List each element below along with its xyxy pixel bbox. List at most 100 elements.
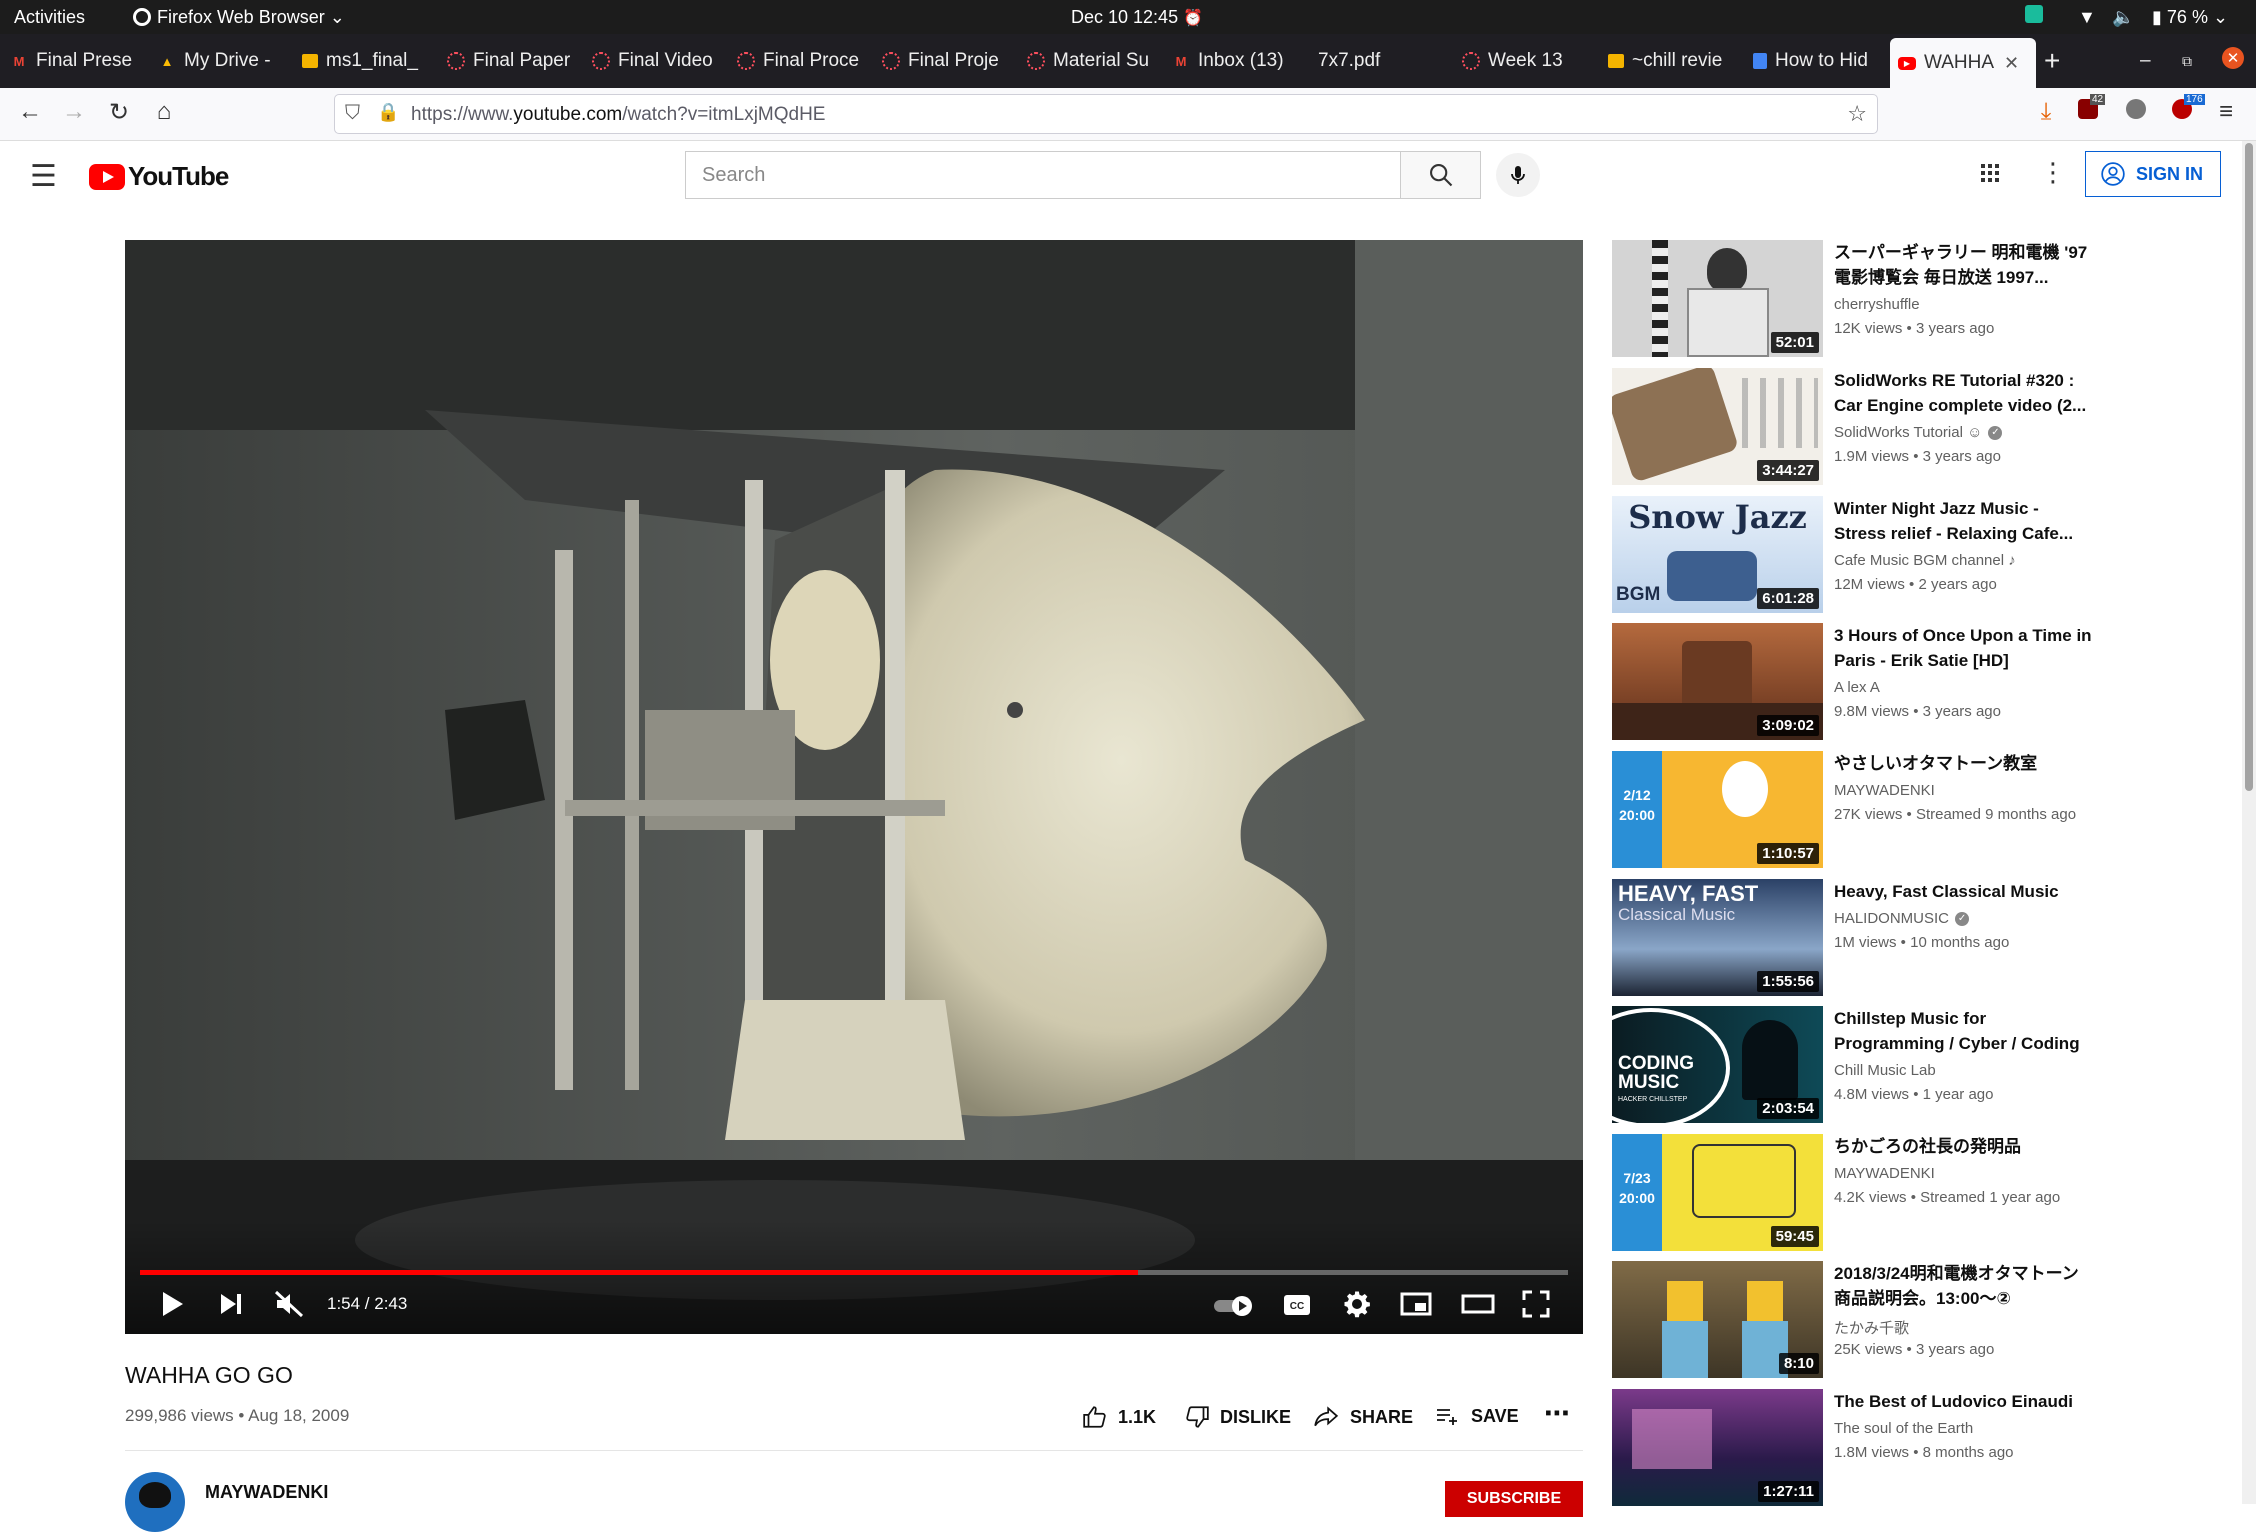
battery-indicator[interactable]: ▮ 76 % ⌄	[2152, 7, 2228, 28]
close-tab-icon[interactable]: ✕	[2004, 53, 2019, 74]
channel-name[interactable]: たかみ千歌	[1834, 1317, 1909, 1338]
activities-button[interactable]: Activities	[14, 7, 85, 28]
extension-badge-button[interactable]: 176	[2166, 94, 2205, 126]
share-button[interactable]: SHARE	[1312, 1404, 1413, 1430]
close-window-button[interactable]: ✕	[2222, 47, 2244, 69]
tab-final-video[interactable]: Final Video	[592, 34, 716, 88]
search-box[interactable]	[685, 151, 1401, 199]
sign-in-button[interactable]: SIGN IN	[2085, 151, 2221, 197]
related-video[interactable]: 52:01 スーパーギャラリー 明和電機 '97電影博覧会 毎日放送 1997.…	[1612, 240, 2232, 357]
autoplay-toggle[interactable]	[1212, 1294, 1256, 1323]
save-button[interactable]: SAVE	[1433, 1404, 1519, 1428]
home-button[interactable]: ⌂	[148, 98, 180, 126]
tab-week-13[interactable]: Week 13	[1462, 34, 1586, 88]
related-video[interactable]: 8:10 2018/3/24明和電機オタマトーン商品説明会。13:00〜② たか…	[1612, 1261, 2232, 1378]
guide-menu-button[interactable]: ☰	[30, 159, 57, 194]
bookmark-star-icon[interactable]: ☆	[1847, 101, 1867, 127]
tab-how-to-hide[interactable]: How to Hid	[1753, 34, 1877, 88]
like-button[interactable]: 1.1K	[1082, 1404, 1156, 1430]
address-bar[interactable]: ⛉ 🔒 https://www.youtube.com/watch?v=itmL…	[334, 94, 1878, 134]
channel-name[interactable]: Cafe Music BGM channel ♪	[1834, 552, 2016, 569]
dislike-button[interactable]: DISLIKE	[1184, 1404, 1291, 1430]
tab-chill-review[interactable]: ~chill revie	[1608, 34, 1732, 88]
video-thumbnail[interactable]: CODING MUSIC HACKER CHILLSTEP 2:03:54	[1612, 1006, 1823, 1123]
video-title[interactable]: Chillstep Music for Programming / Cyber …	[1834, 1006, 2092, 1056]
video-title[interactable]: Heavy, Fast Classical Music	[1834, 879, 2092, 904]
minimize-button[interactable]: –	[2140, 34, 2160, 88]
play-button[interactable]	[160, 1290, 186, 1323]
mute-button[interactable]	[274, 1290, 304, 1323]
video-title[interactable]: The Best of Ludovico Einaudi	[1834, 1389, 2092, 1414]
captions-button[interactable]: CC	[1282, 1292, 1312, 1323]
scrollbar-thumb[interactable]	[2245, 143, 2253, 791]
channel-name[interactable]: cherryshuffle	[1834, 296, 1920, 313]
theater-mode-button[interactable]	[1461, 1291, 1495, 1322]
clock[interactable]: Dec 10 12:45 ⏰	[1071, 7, 1203, 28]
page-scrollbar[interactable]	[2242, 141, 2256, 1504]
forward-button[interactable]: →	[58, 98, 90, 126]
shield-icon[interactable]: ⛉	[345, 102, 360, 125]
extension-button[interactable]	[2120, 98, 2152, 126]
search-button[interactable]	[1401, 151, 1481, 199]
video-title[interactable]: 2018/3/24明和電機オタマトーン商品説明会。13:00〜②	[1834, 1261, 2092, 1311]
search-input[interactable]	[686, 152, 1384, 198]
related-video[interactable]: 1:27:11 The Best of Ludovico Einaudi The…	[1612, 1389, 2232, 1506]
video-thumbnail[interactable]: 1:27:11	[1612, 1389, 1823, 1506]
reload-button[interactable]: ↻	[103, 98, 135, 127]
tab-wahha-active[interactable]: ▶ WAHHA ✕	[1890, 38, 2036, 88]
channel-name[interactable]: The soul of the Earth	[1834, 1420, 1973, 1437]
tab-final-paper[interactable]: Final Paper	[447, 34, 571, 88]
video-title[interactable]: やさしいオタマトーン教室	[1834, 751, 2092, 776]
related-video[interactable]: CODING MUSIC HACKER CHILLSTEP 2:03:54 Ch…	[1612, 1006, 2232, 1123]
extension-tray-icon[interactable]	[2025, 5, 2043, 23]
video-thumbnail[interactable]: 3:09:02	[1612, 623, 1823, 740]
settings-more-button[interactable]: ⋮	[2040, 157, 2066, 188]
video-thumbnail[interactable]: 7/23 20:00 59:45	[1612, 1134, 1823, 1251]
subscribe-button[interactable]: SUBSCRIBE	[1445, 1481, 1583, 1517]
related-video[interactable]: 3:44:27 SolidWorks RE Tutorial #320 : Ca…	[1612, 368, 2232, 485]
more-actions-button[interactable]: ⋯	[1544, 1398, 1570, 1429]
volume-icon[interactable]: 🔈	[2112, 7, 2134, 28]
youtube-logo[interactable]: YouTube	[89, 161, 229, 192]
video-title[interactable]: SolidWorks RE Tutorial #320 : Car Engine…	[1834, 368, 2092, 418]
video-thumbnail[interactable]: 8:10	[1612, 1261, 1823, 1378]
video-thumbnail[interactable]: 52:01	[1612, 240, 1823, 357]
tab-final-process[interactable]: Final Proce	[737, 34, 861, 88]
settings-button[interactable]	[1342, 1289, 1372, 1324]
related-video[interactable]: 2/12 20:00 1:10:57 やさしいオタマトーン教室 MAYWADEN…	[1612, 751, 2232, 868]
channel-name[interactable]: MAYWADENKI	[1834, 782, 1935, 799]
tab-my-drive[interactable]: ▲ My Drive -	[158, 34, 276, 88]
related-video[interactable]: 7/23 20:00 59:45 ちかごろの社長の発明品 MAYWADENKI …	[1612, 1134, 2232, 1251]
new-tab-button[interactable]: +	[2044, 34, 2074, 88]
channel-name[interactable]: MAYWADENKI	[1834, 1165, 1935, 1182]
tab-7x7-pdf[interactable]: 7x7.pdf	[1318, 34, 1442, 88]
video-thumbnail[interactable]: 2/12 20:00 1:10:57	[1612, 751, 1823, 868]
video-thumbnail[interactable]: 3:44:27	[1612, 368, 1823, 485]
tab-ms1-final[interactable]: ms1_final_	[302, 34, 422, 88]
app-menu-button[interactable]: ≡	[2210, 98, 2242, 126]
app-menu[interactable]: Firefox Web Browser ⌄	[133, 7, 345, 28]
video-title[interactable]: スーパーギャラリー 明和電機 '97電影博覧会 毎日放送 1997...	[1834, 240, 2092, 290]
downloads-button[interactable]: ⤓	[2030, 98, 2062, 126]
tab-inbox[interactable]: M Inbox (13)	[1172, 34, 1296, 88]
channel-avatar[interactable]	[125, 1472, 185, 1532]
video-player[interactable]	[125, 240, 1583, 1334]
video-thumbnail[interactable]: HEAVY, FAST Classical Music 1:55:56	[1612, 879, 1823, 996]
url-text[interactable]: https://www.youtube.com/watch?v=itmLxjMQ…	[411, 104, 825, 126]
video-title[interactable]: Winter Night Jazz Music - Stress relief …	[1834, 496, 2092, 546]
lock-icon[interactable]: 🔒	[377, 102, 399, 123]
next-button[interactable]	[218, 1292, 244, 1321]
tab-final-presentation[interactable]: M Final Prese	[10, 34, 135, 88]
channel-name[interactable]: Chill Music Lab	[1834, 1062, 1936, 1079]
progress-bar[interactable]	[140, 1270, 1568, 1275]
back-button[interactable]: ←	[14, 98, 46, 126]
apps-button[interactable]	[1978, 161, 2002, 190]
channel-name[interactable]: SolidWorks Tutorial ☺ ✓	[1834, 424, 2003, 441]
channel-name[interactable]: MAYWADENKI	[205, 1482, 328, 1503]
related-video[interactable]: Snow Jazz BGM 6:01:28 Winter Night Jazz …	[1612, 496, 2232, 613]
tab-material-submission[interactable]: Material Su	[1027, 34, 1151, 88]
miniplayer-button[interactable]	[1400, 1291, 1432, 1322]
channel-name[interactable]: A lex A	[1834, 679, 1880, 696]
video-title[interactable]: 3 Hours of Once Upon a Time in Paris - E…	[1834, 623, 2092, 673]
channel-name[interactable]: HALIDONMUSIC ✓	[1834, 910, 1970, 927]
